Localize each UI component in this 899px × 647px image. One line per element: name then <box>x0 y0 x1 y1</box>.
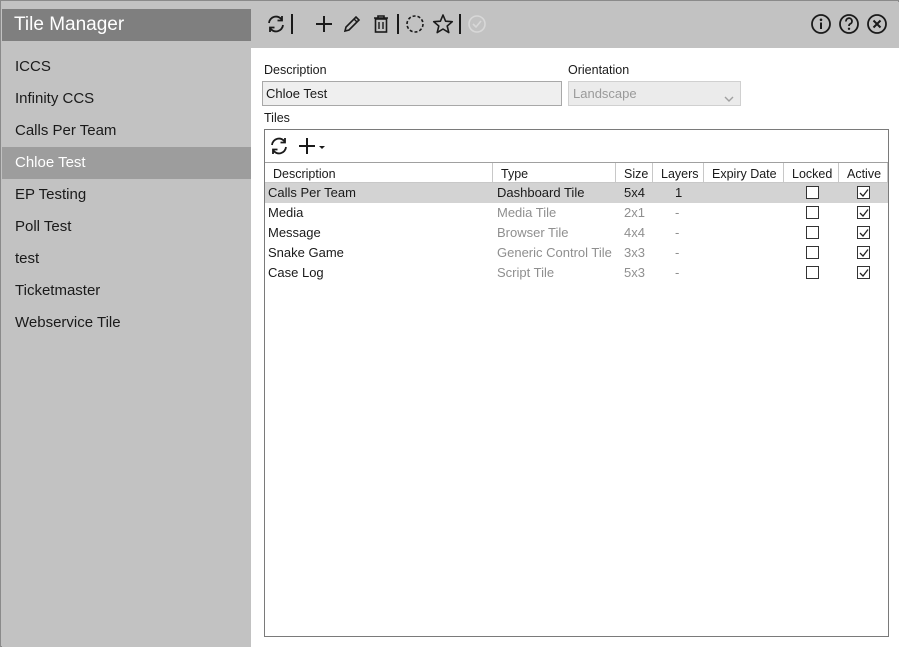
toolbar <box>251 2 899 48</box>
locked-checkbox[interactable] <box>806 206 819 219</box>
sidebar-item[interactable]: Webservice Tile <box>2 307 251 339</box>
sidebar-item[interactable]: Poll Test <box>2 211 251 243</box>
column-header[interactable]: Active <box>839 163 888 183</box>
refresh-icon[interactable] <box>264 12 288 36</box>
description-input[interactable] <box>262 81 562 106</box>
column-header[interactable]: Locked <box>784 163 839 183</box>
sidebar-item[interactable]: Chloe Test <box>2 147 251 179</box>
sidebar-list: ICCS Infinity CCS Calls Per Team Chloe Test… <box>2 51 251 339</box>
close-icon[interactable] <box>865 12 889 36</box>
locked-checkbox[interactable] <box>806 186 819 199</box>
orientation-label: Orientation <box>568 63 630 77</box>
cell-size: 3x3 <box>624 245 645 260</box>
cell-layers: - <box>675 205 680 220</box>
cell-layers: - <box>675 245 680 260</box>
locked-checkbox[interactable] <box>806 246 819 259</box>
cell-description: Calls Per Team <box>268 185 356 200</box>
tiles-refresh-icon[interactable] <box>269 136 289 159</box>
star-icon[interactable] <box>431 12 455 36</box>
delete-icon[interactable] <box>369 12 393 36</box>
add-icon[interactable] <box>312 12 336 36</box>
table-body: Calls Per Team Dashboard Tile 5x4 1 Media Med… <box>265 183 888 283</box>
active-checkbox[interactable] <box>857 226 870 239</box>
cell-size: 4x4 <box>624 225 645 240</box>
tiles-panel: Description Type Size Layers Expiry Date Lock… <box>264 129 889 637</box>
active-checkbox[interactable] <box>857 246 870 259</box>
cell-description: Message <box>268 225 321 240</box>
table-row[interactable]: Media Media Tile 2x1 - <box>265 203 888 223</box>
column-header[interactable]: Description <box>265 163 493 183</box>
cell-description: Case Log <box>268 265 324 280</box>
locked-checkbox[interactable] <box>806 266 819 279</box>
table-row[interactable]: Snake Game Generic Control Tile 3x3 - <box>265 243 888 263</box>
orientation-select[interactable]: Landscape <box>568 81 741 106</box>
column-header[interactable]: Expiry Date <box>704 163 784 183</box>
app-title: Tile Manager <box>2 9 251 41</box>
toolbar-separator <box>397 14 399 34</box>
sidebar-item[interactable]: Ticketmaster <box>2 275 251 307</box>
check-circle-icon <box>465 12 489 36</box>
cell-description: Media <box>268 205 304 220</box>
cell-layers: 1 <box>675 185 683 200</box>
info-icon[interactable] <box>809 12 833 36</box>
sidebar-item[interactable]: Calls Per Team <box>2 115 251 147</box>
cell-layers: - <box>675 265 680 280</box>
active-checkbox[interactable] <box>857 186 870 199</box>
active-checkbox[interactable] <box>857 206 870 219</box>
sidebar-item[interactable]: test <box>2 243 251 275</box>
table-row[interactable]: Case Log Script Tile 5x3 - <box>265 263 888 283</box>
locked-checkbox[interactable] <box>806 226 819 239</box>
toolbar-separator <box>291 14 293 34</box>
tiles-table: Description Type Size Layers Expiry Date Lock… <box>265 162 888 283</box>
sidebar: Tile Manager ICCS Infinity CCS Calls Per T… <box>2 2 251 647</box>
cell-type: Generic Control Tile <box>497 245 612 260</box>
cell-size: 5x4 <box>624 185 645 200</box>
chevron-down-icon <box>724 88 734 111</box>
column-header[interactable]: Layers <box>653 163 704 183</box>
toolbar-separator <box>459 14 461 34</box>
tiles-add-dropdown-button[interactable] <box>297 136 329 159</box>
column-header[interactable]: Type <box>493 163 616 183</box>
orientation-value: Landscape <box>573 86 637 101</box>
tiles-label: Tiles <box>264 111 290 125</box>
cell-size: 5x3 <box>624 265 645 280</box>
cell-type: Script Tile <box>497 265 555 280</box>
table-row[interactable]: Calls Per Team Dashboard Tile 5x4 1 <box>265 183 888 203</box>
active-checkbox[interactable] <box>857 266 870 279</box>
cell-description: Snake Game <box>268 245 344 260</box>
cell-type: Media Tile <box>497 205 557 220</box>
main-panel: Description Orientation Landscape Tiles … <box>251 48 899 647</box>
column-header[interactable]: Size <box>616 163 653 183</box>
cell-layers: - <box>675 225 680 240</box>
table-header: Description Type Size Layers Expiry Date Lock… <box>265 162 888 183</box>
sidebar-item[interactable]: EP Testing <box>2 179 251 211</box>
sidebar-item[interactable]: ICCS <box>2 51 251 83</box>
cell-type: Browser Tile <box>497 225 569 240</box>
cell-type: Dashboard Tile <box>497 185 585 200</box>
circle-dashed-icon[interactable] <box>403 12 427 36</box>
cell-size: 2x1 <box>624 205 645 220</box>
edit-icon[interactable] <box>340 12 364 36</box>
sidebar-item[interactable]: Infinity CCS <box>2 83 251 115</box>
help-icon[interactable] <box>837 12 861 36</box>
table-row[interactable]: Message Browser Tile 4x4 - <box>265 223 888 243</box>
description-label: Description <box>264 63 327 77</box>
app-window: Tile Manager ICCS Infinity CCS Calls Per T… <box>0 0 899 647</box>
